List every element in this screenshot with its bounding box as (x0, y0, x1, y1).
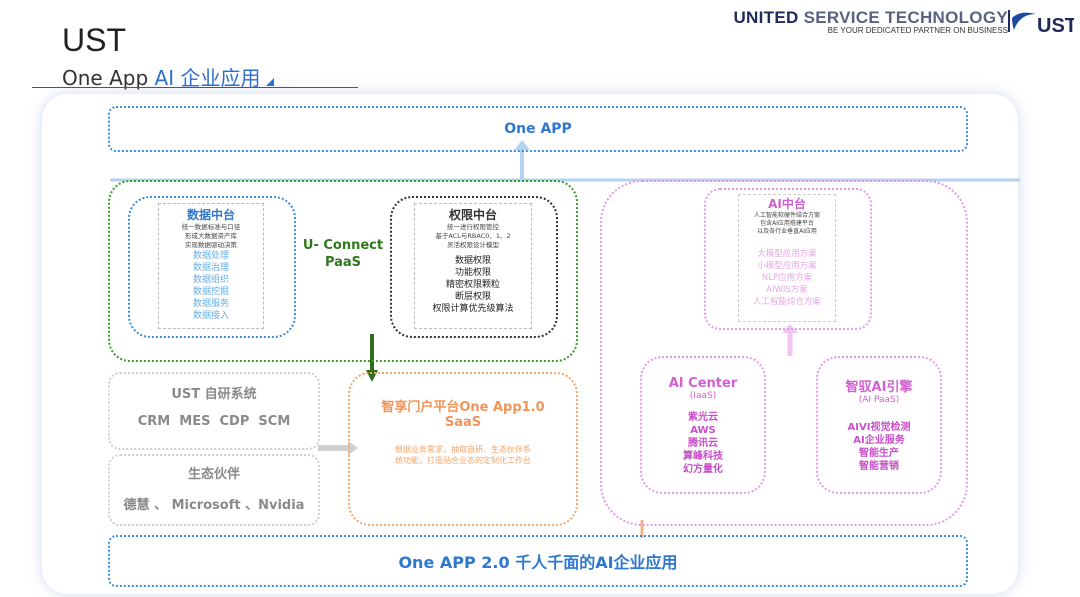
ai-iaas-item: 紫光云 (688, 412, 718, 423)
top-bar-label: One APP (504, 121, 572, 137)
top-bar-one-app: One APP (108, 106, 968, 152)
data-center-inner: 数据中台 统一数据标准与口径 形成大数据资产库 实现数据驱动决策 数据处理 数据… (158, 203, 264, 329)
partners-box: 生态伙伴 德慧 、 Microsoft 、Nvidia (108, 454, 320, 526)
perm-center-desc-line: 统一进行权限管控 (447, 223, 499, 231)
ai-middle-title: AI中台 (768, 197, 806, 211)
ai-paas-item: 智能营销 (859, 461, 899, 472)
perm-center-desc-line: 基于ACL与RBAC0、1、2 (435, 232, 511, 240)
perm-center-desc: 统一进行权限管控 基于ACL与RBAC0、1、2 灵活权限设计模型 (415, 223, 531, 250)
ai-iaas-list: 紫光云 AWS 腾讯云 算峰科技 幻方量化 (642, 411, 764, 476)
uconnect-label: U- Connect PaaS (300, 237, 386, 271)
portal-title-line1: 智享门户平台One App1.0 (381, 400, 545, 415)
ust-systems-items: CRM MES CDP SCM (137, 414, 291, 429)
perm-center-title: 权限中台 (448, 208, 497, 222)
ai-iaas-box: AI Center (IaaS) 紫光云 AWS 腾讯云 算峰科技 幻方量化 (640, 356, 766, 494)
perm-center-item: 精密权限颗粒 (445, 280, 500, 290)
data-center-item: 数据服务 (192, 299, 229, 309)
portal-desc-line: 统功能，打造贴合业态的定制化工作台 (395, 456, 531, 465)
ai-iaas-item: 算峰科技 (683, 451, 723, 462)
data-center-desc-line: 实现数据驱动决策 (185, 241, 237, 249)
data-center-list: 数据处理 数据治理 数据组织 数据挖掘 数据服务 数据接入 (159, 250, 263, 322)
data-center-desc: 统一数据标准与口径 形成大数据资产库 实现数据驱动决策 (159, 223, 263, 250)
ai-middle-item: AIWIS方案 (766, 285, 808, 295)
ai-middle-item: 人工智能综合方案 (752, 297, 821, 307)
perm-center-list: 数据权限 功能权限 精密权限颗粒 断层权限 权限计算优先级算法 (415, 255, 531, 315)
ai-middle-list: 大模型应用方案 小模型应用方案 NLP应用方案 AIWIS方案 人工智能综合方案 (739, 248, 835, 308)
portal-desc-line: 根据业务需求，抽取自研、生态伙伴系 (395, 445, 531, 454)
ai-paas-title: 智驭AI引擎 (845, 380, 913, 395)
portal-box: 智享门户平台One App1.0 SaaS 根据业务需求，抽取自研、生态伙伴系 … (348, 372, 578, 526)
data-center-item: 数据接入 (192, 311, 229, 321)
perm-center-item: 断层权限 (454, 292, 491, 302)
data-center-item: 数据治理 (192, 263, 229, 273)
ai-middle-item: 大模型应用方案 (757, 249, 817, 259)
ai-paas-box: 智驭AI引擎 (AI PaaS) AIVI视觉检测 AI企业服务 智能生产 智能… (816, 356, 942, 494)
bottom-bar-label: One APP 2.0 千人千面的AI企业应用 (398, 553, 678, 572)
data-center-title: 数据中台 (186, 208, 235, 222)
ai-middle-desc-line: 人工智能软硬件结合方案 (753, 212, 820, 219)
ust-systems-box: UST 自研系统 CRM MES CDP SCM (108, 372, 320, 450)
ai-middle-item: NLP应用方案 (761, 273, 813, 283)
data-center-desc-line: 统一数据标准与口径 (181, 223, 241, 231)
data-center-item: 数据处理 (192, 251, 229, 261)
partners-items: 德慧 、 Microsoft 、Nvidia (123, 498, 305, 513)
portal-desc: 根据业务需求，抽取自研、生态伙伴系 统功能，打造贴合业态的定制化工作台 (350, 444, 576, 466)
ai-iaas-item: 腾讯云 (688, 438, 718, 449)
partners-title: 生态伙伴 (187, 467, 240, 482)
uconnect-label-line1: U- Connect (302, 238, 384, 253)
ai-iaas-subtitle: (IaaS) (689, 391, 717, 401)
data-center-item: 数据挖掘 (192, 287, 229, 297)
ai-paas-item: AI企业服务 (853, 435, 905, 446)
ai-middle-inner: AI中台 人工智能软硬件结合方案 包含AI应用搭建平台 以及各行业垂直AI应用 … (738, 194, 836, 322)
ai-iaas-item: AWS (690, 425, 716, 436)
portal-title-line2: SaaS (444, 415, 482, 430)
ai-middle-desc-line: 以及各行业垂直AI应用 (757, 228, 817, 235)
ust-systems-title: UST 自研系统 (171, 387, 257, 402)
ai-paas-subtitle: (AI PaaS) (858, 395, 900, 405)
perm-center-inner: 权限中台 统一进行权限管控 基于ACL与RBAC0、1、2 灵活权限设计模型 数… (414, 203, 532, 329)
ai-paas-item: 智能生产 (859, 448, 899, 459)
bottom-bar-one-app-2: One APP 2.0 千人千面的AI企业应用 (108, 535, 968, 587)
ai-middle-item: 小模型应用方案 (757, 261, 817, 271)
perm-center-item: 功能权限 (454, 268, 491, 278)
perm-center-item: 数据权限 (454, 256, 491, 266)
ai-paas-item: AIVI视觉检测 (847, 422, 911, 433)
perm-center-desc-line: 灵活权限设计模型 (447, 241, 499, 249)
ai-middle-desc-line: 包含AI应用搭建平台 (760, 220, 814, 227)
data-center-item: 数据组织 (192, 275, 229, 285)
ai-iaas-item: 幻方量化 (683, 464, 723, 475)
perm-center-item: 权限计算优先级算法 (432, 304, 514, 314)
data-center-desc-line: 形成大数据资产库 (185, 232, 237, 240)
ai-paas-list: AIVI视觉检测 AI企业服务 智能生产 智能营销 (818, 421, 940, 473)
ai-middle-desc: 人工智能软硬件结合方案 包含AI应用搭建平台 以及各行业垂直AI应用 (739, 212, 835, 236)
ai-iaas-title: AI Center (668, 376, 738, 391)
uconnect-label-line2: PaaS (324, 255, 362, 270)
